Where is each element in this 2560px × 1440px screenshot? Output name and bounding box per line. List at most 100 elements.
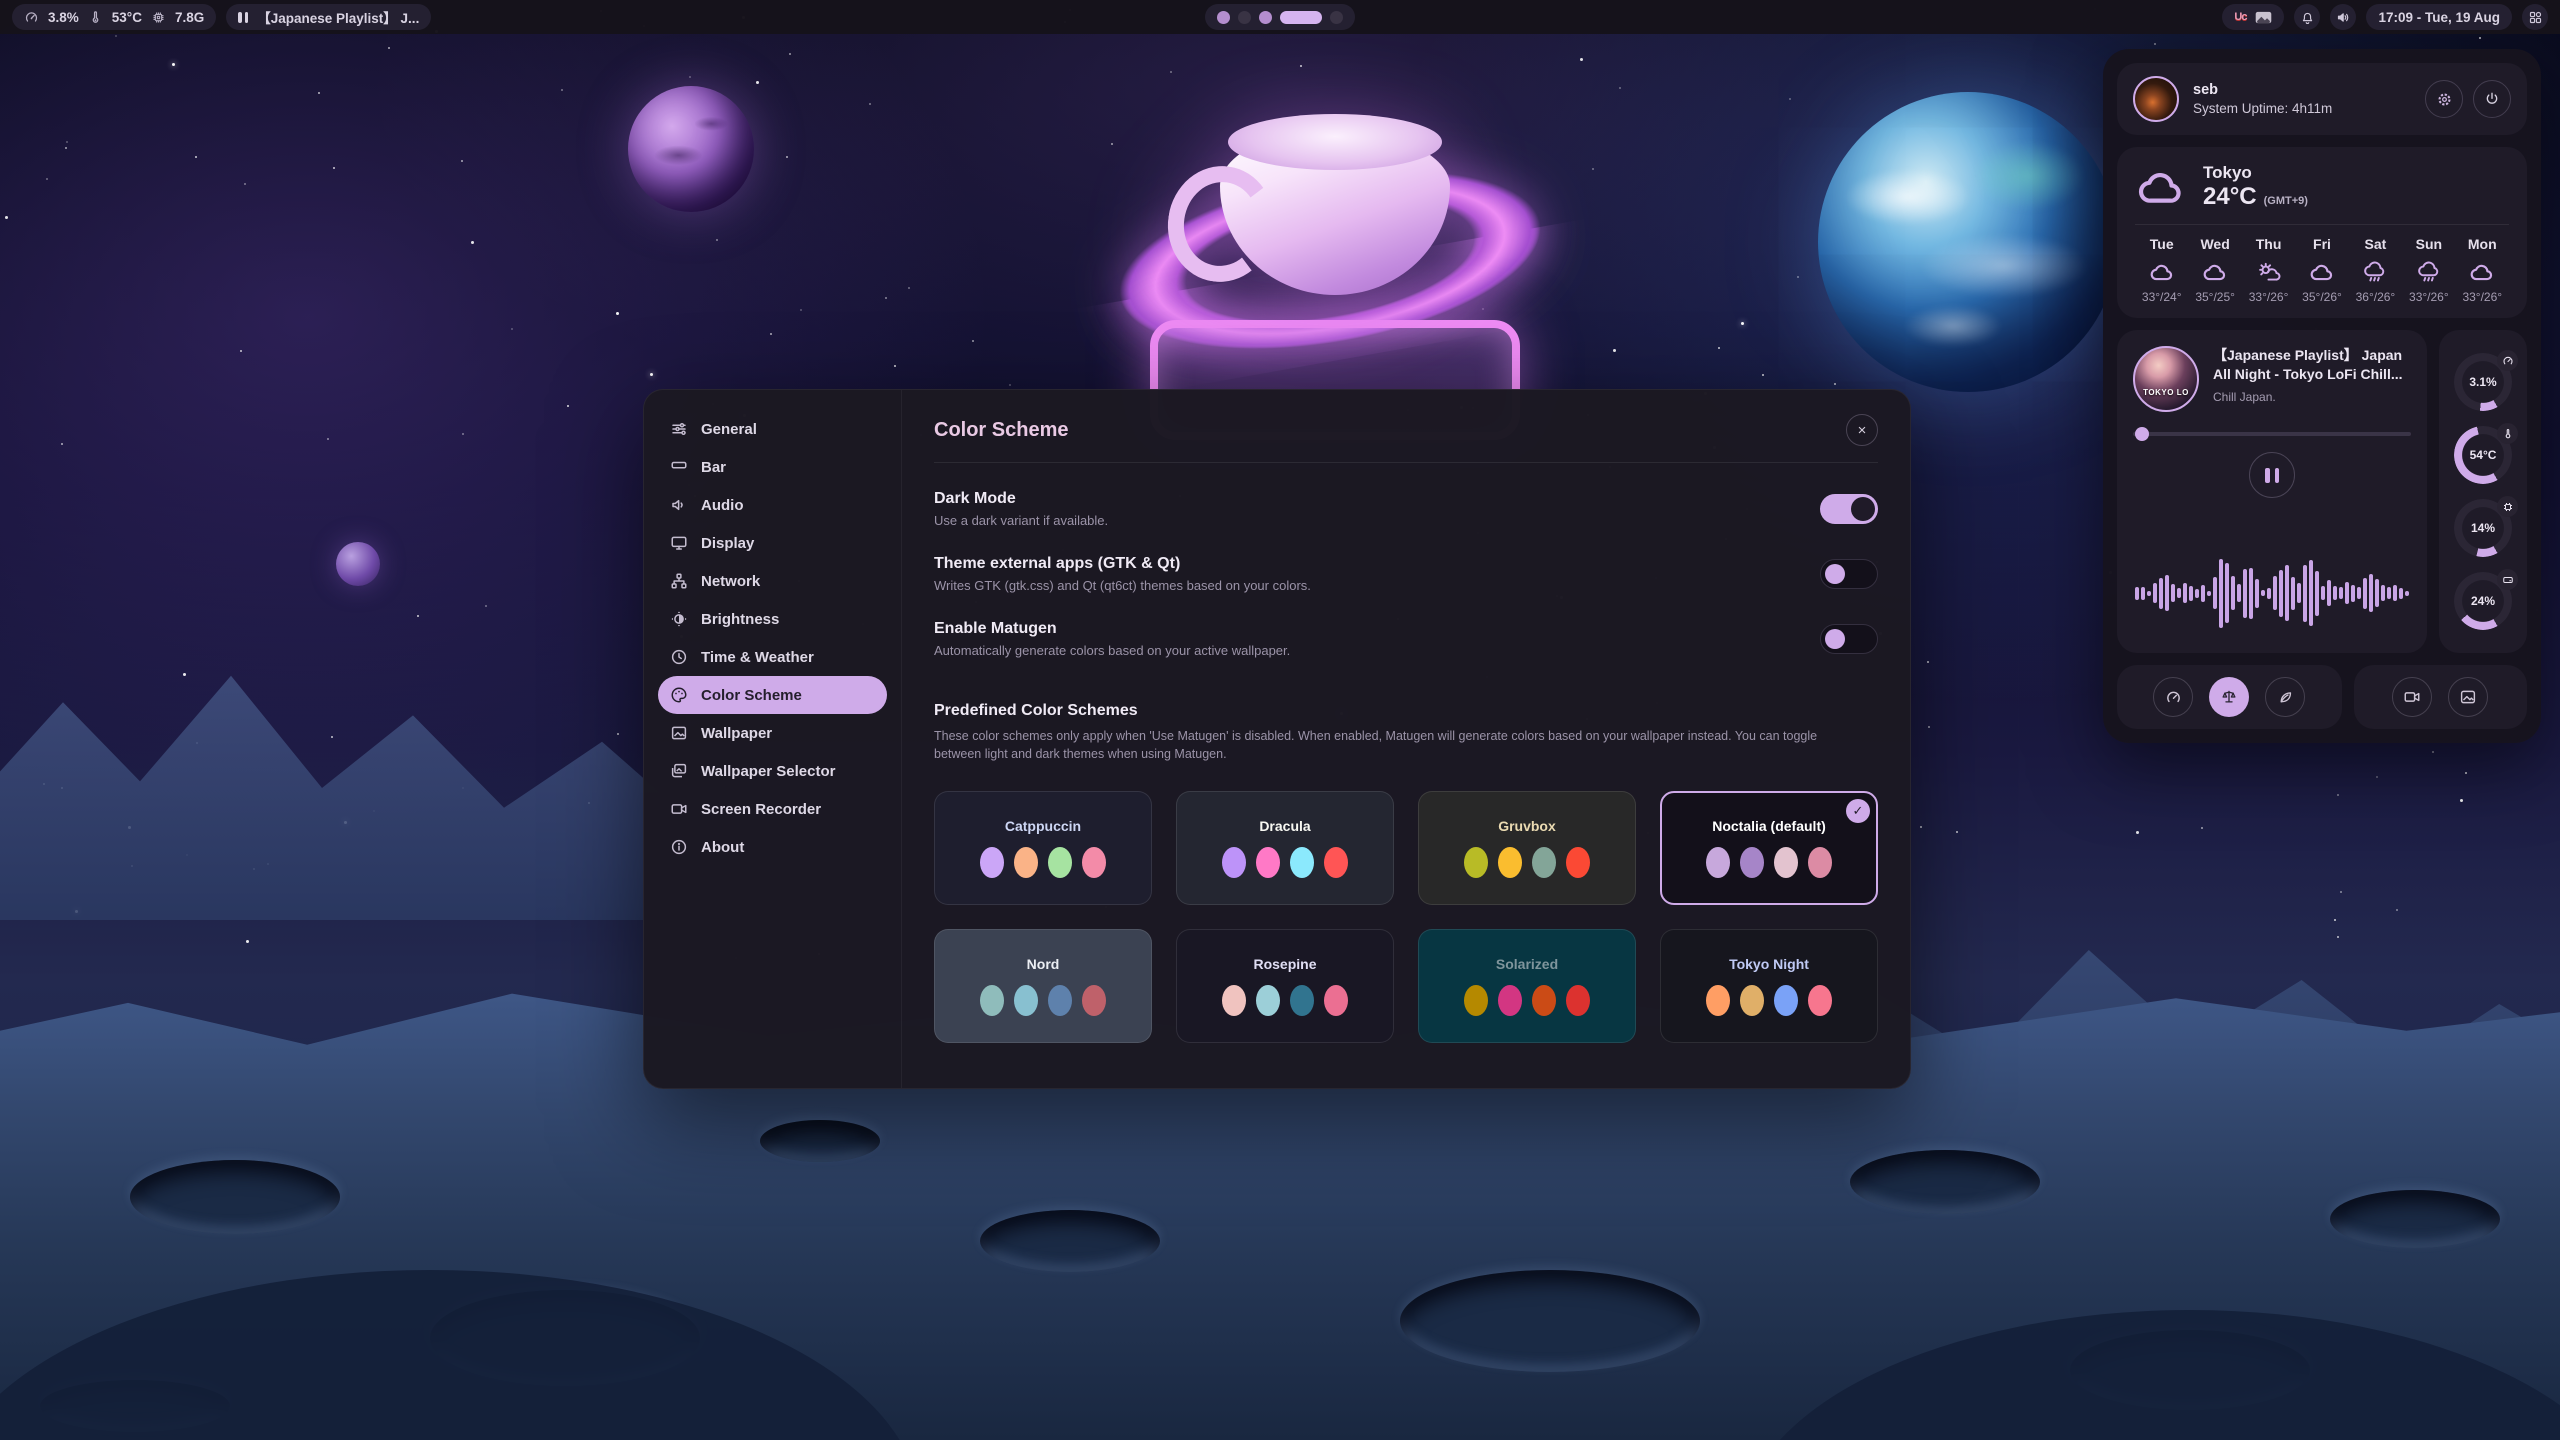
system-stats-pill[interactable]: 3.8% 53°C 7.8G: [12, 4, 216, 30]
wallpaper-button[interactable]: [2448, 677, 2488, 717]
sidebar-item-screen-recorder[interactable]: Screen Recorder: [658, 790, 887, 828]
visualizer-bar: [2309, 560, 2313, 626]
visualizer-bar: [2249, 568, 2253, 619]
desktop: 3.8% 53°C 7.8G 【Japanese Playlist】 J... …: [0, 0, 2560, 1440]
scheme-card-gruvbox[interactable]: Gruvbox: [1418, 791, 1636, 905]
visualizer-bar: [2357, 587, 2361, 599]
sidebar-item-general[interactable]: General: [658, 410, 887, 448]
sidebar-item-brightness[interactable]: Brightness: [658, 600, 887, 638]
color-dot: [1566, 985, 1590, 1016]
performance-profile-button[interactable]: [2153, 677, 2193, 717]
app-launcher-button[interactable]: [2522, 4, 2548, 30]
color-dot: [1740, 847, 1764, 878]
workspace-dot-2[interactable]: [1238, 11, 1251, 24]
visualizer-bar: [2147, 591, 2151, 596]
color-dot: [1774, 985, 1798, 1016]
star: [561, 89, 563, 91]
cpu-gauge-icon: [24, 10, 39, 25]
top-bar-left: 3.8% 53°C 7.8G 【Japanese Playlist】 J...: [12, 4, 431, 30]
memory-chip-icon: [2497, 496, 2518, 517]
media-progress-bar[interactable]: [2133, 432, 2411, 436]
notifications-button[interactable]: [2294, 4, 2320, 30]
theme-external-toggle[interactable]: [1820, 559, 1878, 589]
scheme-card-noctalia-selected[interactable]: ✓ Noctalia (default): [1660, 791, 1878, 905]
workspace-dot-3[interactable]: [1259, 11, 1272, 24]
gauge-icon: [2497, 350, 2518, 371]
cpu-usage: 3.8%: [48, 10, 79, 25]
matugen-toggle[interactable]: [1820, 624, 1878, 654]
sidebar-item-bar[interactable]: Bar: [658, 448, 887, 486]
system-tray[interactable]: Uc: [2222, 4, 2284, 30]
clock-icon: [670, 648, 688, 666]
clock-pill[interactable]: 17:09 - Tue, 19 Aug: [2366, 4, 2512, 30]
top-bar: 3.8% 53°C 7.8G 【Japanese Playlist】 J... …: [0, 0, 2560, 34]
scheme-card-rosepine[interactable]: Rosepine: [1176, 929, 1394, 1043]
power-saver-profile-button[interactable]: [2265, 677, 2305, 717]
setting-desc: Writes GTK (gtk.css) and Qt (qt6ct) them…: [934, 578, 1311, 593]
sun-cloud-icon: [2256, 261, 2282, 283]
visualizer-bar: [2315, 571, 2319, 616]
star: [786, 156, 788, 158]
album-caption: TOKYO LO: [2135, 388, 2197, 397]
screen-recorder-button[interactable]: [2392, 677, 2432, 717]
thermometer-icon: [88, 10, 103, 25]
star: [689, 76, 691, 78]
scheme-card-tokyo-night[interactable]: Tokyo Night: [1660, 929, 1878, 1043]
check-icon: ✓: [1853, 803, 1864, 819]
media-pill[interactable]: 【Japanese Playlist】 J...: [226, 4, 431, 30]
cloud-icon: [2149, 261, 2175, 283]
power-button[interactable]: [2473, 80, 2511, 118]
settings-button[interactable]: [2425, 80, 2463, 118]
sidebar-item-display[interactable]: Display: [658, 524, 887, 562]
user-card: seb System Uptime: 4h11m: [2117, 63, 2527, 135]
scheme-name: Noctalia (default): [1712, 818, 1826, 834]
dark-mode-toggle[interactable]: [1820, 494, 1878, 524]
sidebar-item-time-weather[interactable]: Time & Weather: [658, 638, 887, 676]
sidebar-item-audio[interactable]: Audio: [658, 486, 887, 524]
star: [240, 350, 242, 352]
media-and-stats: TOKYO LO 【Japanese Playlist】 Japan All N…: [2117, 330, 2527, 653]
balanced-profile-button[interactable]: [2209, 677, 2249, 717]
settings-content: Color Scheme × Dark Mode Use a dark vari…: [902, 390, 1910, 1088]
palette-icon: [670, 686, 688, 704]
visualizer-bar: [2267, 588, 2271, 599]
audio-icon: [670, 496, 688, 514]
star: [1580, 58, 1583, 61]
scheme-card-dracula[interactable]: Dracula: [1176, 791, 1394, 905]
scheme-card-solarized[interactable]: Solarized: [1418, 929, 1636, 1043]
tray-app-icon[interactable]: Uc: [2234, 11, 2246, 23]
scheme-card-catppuccin[interactable]: Catppuccin: [934, 791, 1152, 905]
workspace-dot-4-active[interactable]: [1280, 11, 1322, 24]
crater: [2330, 1190, 2500, 1248]
workspace-indicator[interactable]: [1205, 4, 1355, 30]
color-dot: [1324, 847, 1348, 878]
sidebar-item-network[interactable]: Network: [658, 562, 887, 600]
progress-knob[interactable]: [2135, 427, 2149, 441]
workspace-dot-5[interactable]: [1330, 11, 1343, 24]
cloud-icon: [2309, 261, 2335, 283]
schemes-section-title: Predefined Color Schemes: [934, 702, 1878, 720]
close-button[interactable]: ×: [1846, 414, 1878, 446]
star: [485, 605, 487, 607]
visualizer-bar: [2255, 579, 2259, 608]
star: [716, 239, 718, 241]
scheme-name: Solarized: [1496, 956, 1558, 972]
volume-button[interactable]: [2330, 4, 2356, 30]
info-icon: [670, 838, 688, 856]
sidebar-item-color-scheme[interactable]: Color Scheme: [658, 676, 887, 714]
disk-gauge: 24%: [2454, 572, 2512, 630]
cloud-icon: [2469, 261, 2495, 283]
wallpaper-tray-icon[interactable]: [2255, 10, 2272, 25]
color-dot: [1706, 985, 1730, 1016]
workspace-dot-1[interactable]: [1217, 11, 1230, 24]
scheme-card-nord[interactable]: Nord: [934, 929, 1152, 1043]
pause-button[interactable]: [2249, 452, 2295, 498]
sidebar-item-wallpaper[interactable]: Wallpaper: [658, 714, 887, 752]
scheme-colors: [1222, 985, 1348, 1016]
sidebar-item-wallpaper-selector[interactable]: Wallpaper Selector: [658, 752, 887, 790]
sidebar-item-about[interactable]: About: [658, 828, 887, 866]
system-stats-card: 3.1% 54°C 14% 24%: [2439, 330, 2527, 653]
visualizer-bar: [2327, 580, 2331, 606]
crater: [980, 1210, 1160, 1272]
crater: [760, 1120, 880, 1162]
